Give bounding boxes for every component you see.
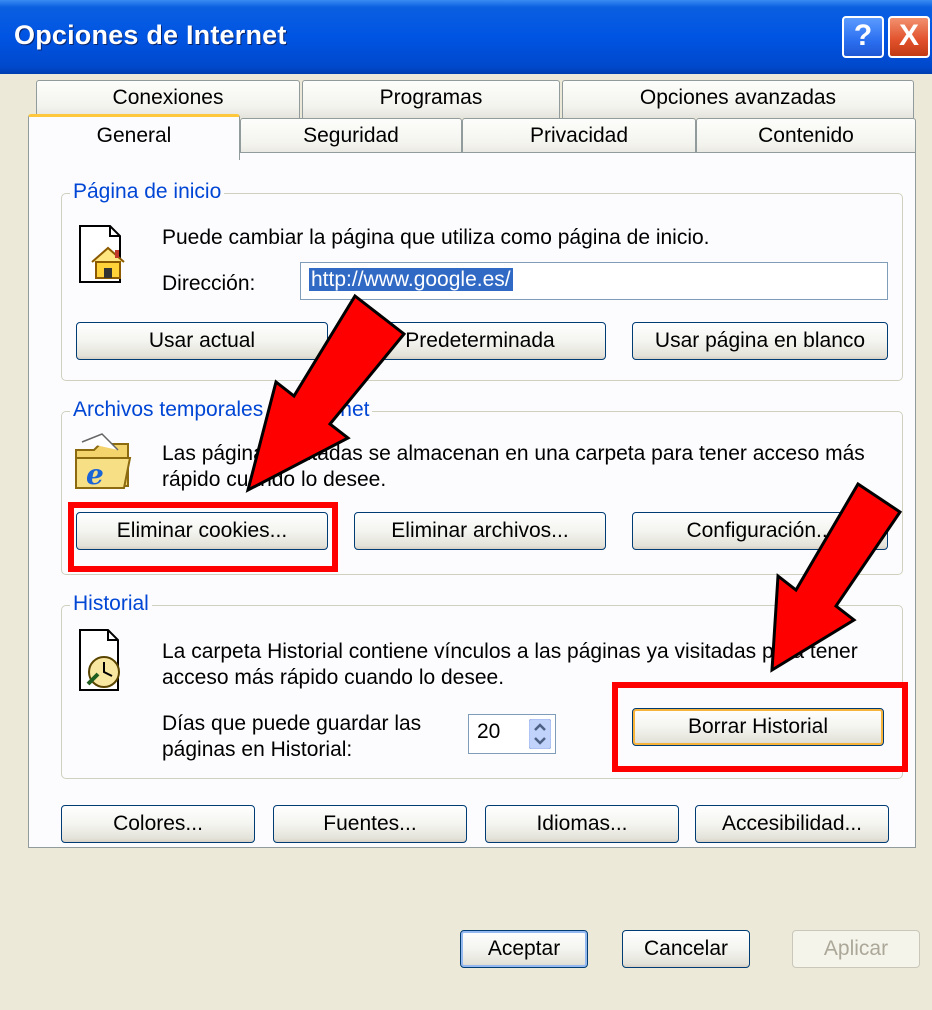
title-bar[interactable]: Opciones de Internet ? X bbox=[0, 0, 932, 74]
days-label-2: páginas en Historial: bbox=[162, 738, 353, 761]
tab-programas[interactable]: Programas bbox=[302, 80, 560, 118]
accessibility-button[interactable]: Accesibilidad... bbox=[695, 805, 889, 843]
tab-contenido[interactable]: Contenido bbox=[696, 118, 916, 156]
days-label-1: Días que puede guardar las bbox=[162, 712, 422, 735]
home-page-legend: Página de inicio bbox=[70, 180, 225, 204]
window-title: Opciones de Internet bbox=[14, 20, 287, 50]
svg-text:e: e bbox=[86, 458, 104, 491]
tab-opciones-avanzadas[interactable]: Opciones avanzadas bbox=[562, 80, 914, 118]
internet-options-dialog: Opciones de Internet ? X Conexiones Prog… bbox=[0, 0, 932, 1010]
home-page-group: Página de inicio Puede cambiar la página… bbox=[61, 180, 903, 381]
red-arrow-icon bbox=[770, 481, 903, 673]
cookies-highlight-box bbox=[68, 502, 338, 572]
colors-button[interactable]: Colores... bbox=[61, 805, 255, 843]
cancel-button[interactable]: Cancelar bbox=[622, 930, 750, 968]
home-page-description: Puede cambiar la página que utiliza como… bbox=[162, 226, 710, 249]
days-spinner[interactable]: 20 bbox=[468, 714, 556, 754]
history-legend: Historial bbox=[70, 592, 152, 616]
spinner-icon[interactable] bbox=[529, 719, 551, 749]
history-description-2: acceso más rápido cuando lo desee. bbox=[162, 666, 505, 689]
help-icon[interactable]: ? bbox=[842, 16, 884, 58]
ie-folder-icon: e bbox=[75, 433, 132, 491]
tab-seguridad[interactable]: Seguridad bbox=[240, 118, 462, 156]
red-arrow-icon bbox=[245, 293, 407, 493]
fonts-button[interactable]: Fuentes... bbox=[273, 805, 467, 843]
apply-button[interactable]: Aplicar bbox=[792, 930, 920, 968]
ok-button[interactable]: Aceptar bbox=[460, 930, 588, 968]
home-page-icon bbox=[79, 225, 125, 283]
address-value: http://www.google.es/ bbox=[309, 268, 513, 291]
tab-general[interactable]: General bbox=[28, 114, 240, 160]
delete-files-button[interactable]: Eliminar archivos... bbox=[354, 512, 606, 550]
tab-conexiones[interactable]: Conexiones bbox=[36, 80, 300, 118]
languages-button[interactable]: Idiomas... bbox=[485, 805, 679, 843]
history-clock-icon bbox=[79, 629, 120, 691]
tab-privacidad[interactable]: Privacidad bbox=[462, 118, 696, 156]
close-icon[interactable]: X bbox=[888, 16, 930, 58]
history-highlight-box bbox=[612, 682, 908, 772]
use-blank-button[interactable]: Usar página en blanco bbox=[632, 322, 888, 360]
days-value: 20 bbox=[477, 720, 501, 743]
